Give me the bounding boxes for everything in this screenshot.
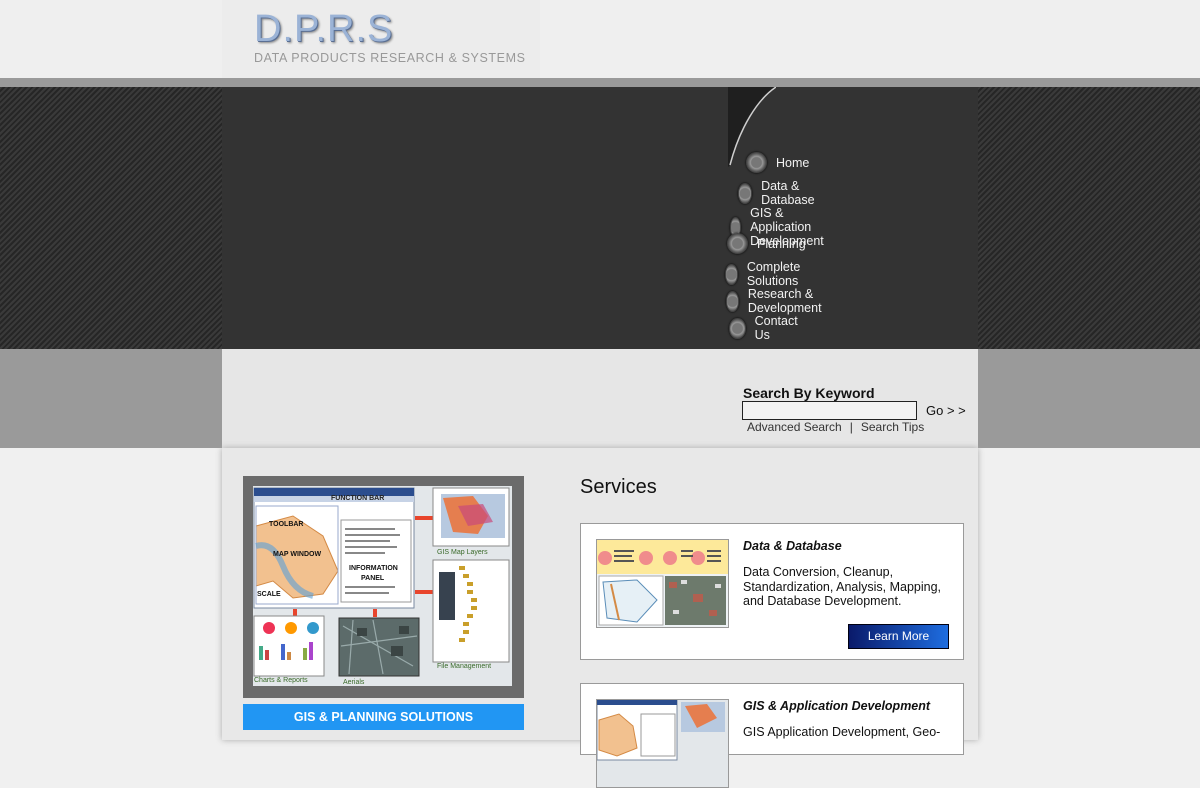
nav-bullet-icon xyxy=(729,317,746,339)
service-card-gis-application-development: GIS & Application Development GIS Applic… xyxy=(580,683,964,788)
search-tips-link[interactable]: Search Tips xyxy=(861,420,924,434)
nav-bullet-icon xyxy=(726,290,739,312)
nav-item-label: Research & Development xyxy=(747,287,822,315)
service-card-data-database: Data & Database Data Conversion, Cleanup… xyxy=(580,523,964,660)
nav-item-label: Data & Database xyxy=(761,179,815,207)
advanced-search-link[interactable]: Advanced Search xyxy=(747,420,842,434)
label-function-bar: FUNCTION BAR xyxy=(331,495,384,502)
service-card-title: Data & Database xyxy=(743,539,842,553)
service-thumbnail-image[interactable] xyxy=(596,699,729,788)
service-card-title: GIS & Application Development xyxy=(743,699,931,713)
nav-item-planning[interactable]: Planning xyxy=(727,233,806,254)
hero-banner xyxy=(0,87,1200,349)
label-map-window: MAP WINDOW xyxy=(273,551,321,558)
nav-bullet-icon xyxy=(727,233,748,254)
gis-planning-solutions-button[interactable]: GIS & PLANNING SOLUTIONS xyxy=(243,704,524,730)
label-panel: PANEL xyxy=(361,575,385,582)
promo-collage: FUNCTION BAR TOOLBAR MAP WINDOW INFORMAT… xyxy=(253,486,512,686)
promo-screenshot-image[interactable]: FUNCTION BAR TOOLBAR MAP WINDOW INFORMAT… xyxy=(253,486,512,686)
nav-item-research-development[interactable]: Research & Development xyxy=(726,287,830,315)
search-links: Advanced Search | Search Tips xyxy=(747,420,924,434)
label-information: INFORMATION xyxy=(349,565,398,572)
label-aerials: Aerials xyxy=(343,679,365,686)
nav-bullet-icon xyxy=(725,263,738,285)
nav-item-complete-solutions[interactable]: Complete Solutions xyxy=(725,260,809,288)
header-divider xyxy=(0,78,1200,87)
label-charts-reports: Charts & Reports xyxy=(254,677,308,684)
nav-item-label: Contact Us xyxy=(754,314,798,342)
service-card-description: GIS Application Development, Geo- xyxy=(743,725,941,739)
header xyxy=(0,0,1200,78)
search-input[interactable] xyxy=(742,401,917,420)
logo[interactable]: D.P.R.S xyxy=(254,8,393,51)
search-title: Search By Keyword xyxy=(743,385,875,401)
search-go-button[interactable]: Go > > xyxy=(926,403,966,418)
tagline: DATA PRODUCTS RESEARCH & SYSTEMS xyxy=(254,51,526,65)
service-thumbnail xyxy=(597,700,728,787)
nav-item-home[interactable]: Home xyxy=(746,152,809,173)
nav-item-data-database[interactable]: Data & Database xyxy=(738,179,822,207)
nav-item-label: Planning xyxy=(757,236,806,251)
nav-item-label: Home xyxy=(776,155,810,170)
nav-item-label: Complete Solutions xyxy=(746,260,801,288)
link-separator: | xyxy=(849,420,853,434)
label-file-management: File Management xyxy=(437,663,491,670)
service-card-description: Data Conversion, Cleanup, Standardizatio… xyxy=(743,565,942,608)
label-gis-map-layers: GIS Map Layers xyxy=(437,549,488,556)
learn-more-button[interactable]: Learn More xyxy=(848,624,949,649)
hero-panel xyxy=(222,87,978,349)
search-band xyxy=(0,349,1200,448)
services-title: Services xyxy=(580,476,657,498)
label-toolbar: TOOLBAR xyxy=(269,521,303,528)
label-scale: SCALE xyxy=(257,591,281,598)
service-thumbnail xyxy=(597,540,728,627)
nav-item-contact-us[interactable]: Contact Us xyxy=(729,314,802,342)
nav-bullet-icon xyxy=(746,152,767,173)
nav-bullet-icon xyxy=(738,182,753,204)
service-thumbnail-image[interactable] xyxy=(596,539,729,628)
